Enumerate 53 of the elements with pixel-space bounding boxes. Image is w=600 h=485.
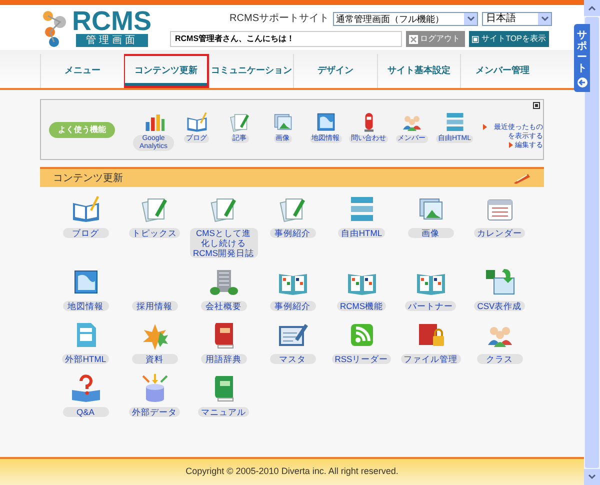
content-item[interactable]: 事例紹介	[258, 193, 327, 258]
content-item[interactable]: 資料	[120, 319, 189, 364]
language-select[interactable]: 日本語	[482, 12, 552, 26]
logo-text: RCMS	[72, 8, 152, 34]
book-pencil-icon	[184, 110, 208, 134]
nav-tab[interactable]: サイト基本設定	[376, 54, 460, 88]
content-item[interactable]: 事例紹介	[258, 266, 327, 311]
window-icon	[472, 34, 479, 44]
site-top-button[interactable]: サイトTOPを表示	[469, 31, 549, 47]
nav-tab[interactable]: メニュー	[40, 54, 124, 88]
dropdown-icon	[538, 12, 551, 24]
content-item[interactable]: クラス	[465, 319, 534, 364]
copyright-text: Copyright © 2005-2010 Diverta inc. All right reserved.	[186, 465, 398, 478]
content-item[interactable]: 用語辞典	[189, 319, 258, 364]
content-item[interactable]: 会社概要	[189, 266, 258, 311]
content-item[interactable]: パートナー	[396, 266, 465, 311]
content-item[interactable]: 外部データ	[120, 372, 189, 417]
greeting-field: RCMS管理者さん、こんにちは！	[170, 31, 402, 47]
mode-select[interactable]: 通常管理画面（フル機能）	[333, 12, 478, 26]
question-book-icon	[70, 372, 102, 404]
content-item[interactable]: 画像	[396, 193, 465, 258]
content-item[interactable]: CMSとして進化し続けるRCMS開発日誌	[189, 193, 258, 258]
content-item[interactable]: ブログ	[51, 193, 120, 258]
scroll-down-button[interactable]	[584, 469, 600, 485]
scroll-thumb[interactable]	[585, 17, 599, 468]
nav-tab[interactable]: コミュニケーション	[209, 54, 294, 88]
content-item[interactable]: 地図情報	[51, 266, 120, 311]
logo-subtitle: 管理画面	[76, 34, 148, 47]
support-side-tab[interactable]: サポート	[574, 24, 590, 92]
content-item[interactable]: 外部HTML	[51, 319, 120, 364]
content-item[interactable]: カレンダー	[465, 193, 534, 258]
content-item[interactable]: トピックス	[120, 193, 189, 258]
content-item[interactable]: 自由HTML	[327, 193, 396, 258]
content-item[interactable]: マニュアル	[189, 372, 258, 417]
content-item[interactable]: 採用情報	[120, 266, 189, 311]
nav-tab[interactable]: メンバー管理	[460, 54, 544, 88]
dropdown-icon	[464, 12, 477, 24]
content-item[interactable]: Q&A	[51, 372, 120, 417]
content-item[interactable]: RSSリーダー	[327, 319, 396, 364]
content-item[interactable]: CSV表作成	[465, 266, 534, 311]
triangle-icon	[509, 142, 513, 148]
triangle-icon	[483, 124, 487, 130]
support-site-label: RCMSサポートサイト	[230, 12, 329, 26]
nav-tab[interactable]: コンテンツ更新	[124, 54, 210, 88]
scroll-up-button[interactable]	[584, 0, 600, 16]
content-item[interactable]: マスタ	[258, 319, 327, 364]
nav-tab[interactable]: デザイン	[293, 54, 377, 88]
pencil-icon	[513, 172, 531, 184]
favorites-badge: よく使う機能	[49, 122, 115, 138]
content-item[interactable]: ファイル管理	[396, 319, 465, 364]
arrow-left-icon	[576, 77, 588, 88]
section-title: コンテンツ更新	[53, 172, 123, 186]
content-item[interactable]: RCMS機能	[327, 266, 396, 311]
